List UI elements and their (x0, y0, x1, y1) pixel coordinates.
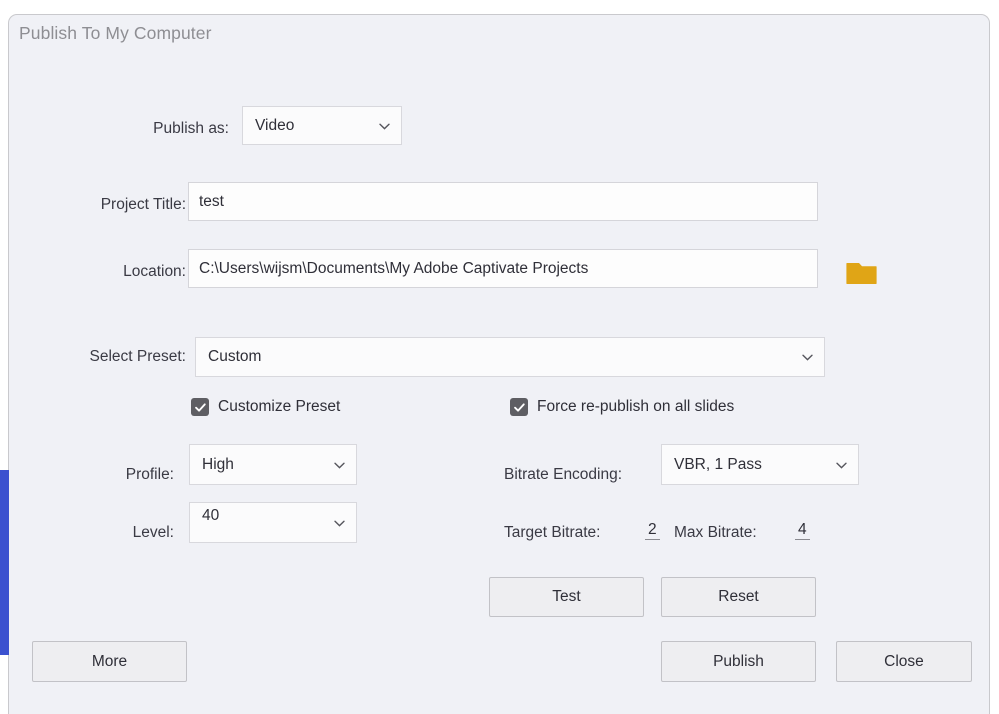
reset-button[interactable]: Reset (661, 577, 816, 617)
customize-preset-checkbox[interactable]: Customize Preset (191, 398, 340, 416)
bitrate-encoding-dropdown[interactable]: VBR, 1 Pass (661, 444, 859, 485)
publish-as-value: Video (255, 116, 295, 134)
publish-dialog: Publish To My Computer Publish as: Video… (8, 14, 990, 714)
max-bitrate-value[interactable]: 4 (795, 521, 810, 540)
publish-as-label: Publish as: (153, 120, 229, 137)
level-value: 40 (202, 507, 220, 524)
select-preset-label: Select Preset: (89, 348, 187, 365)
location-label: Location: (123, 263, 186, 280)
profile-value: High (202, 455, 234, 473)
publish-button[interactable]: Publish (661, 641, 816, 682)
chevron-down-icon (334, 462, 345, 469)
project-title-input[interactable]: test (188, 182, 818, 221)
profile-label: Profile: (125, 466, 174, 483)
folder-icon[interactable] (846, 260, 878, 286)
max-bitrate-label: Max Bitrate: (674, 524, 757, 541)
level-label: Level: (132, 524, 174, 541)
chevron-down-icon (836, 462, 847, 469)
left-accent-strip (0, 470, 9, 655)
target-bitrate-value[interactable]: 2 (645, 521, 660, 540)
select-preset-value: Custom (208, 348, 262, 365)
select-preset-dropdown[interactable]: Custom (195, 337, 825, 377)
target-bitrate-label: Target Bitrate: (504, 524, 601, 541)
checkmark-icon (191, 398, 209, 416)
level-dropdown[interactable]: 40 (189, 502, 357, 543)
publish-as-dropdown[interactable]: Video (242, 106, 402, 145)
project-title-label: Project Title: (100, 196, 186, 213)
checkmark-icon (510, 398, 528, 416)
chevron-down-icon (334, 520, 345, 527)
profile-dropdown[interactable]: High (189, 444, 357, 485)
location-input[interactable]: C:\Users\wijsm\Documents\My Adobe Captiv… (188, 249, 818, 288)
customize-preset-label: Customize Preset (218, 398, 341, 415)
dialog-title: Publish To My Computer (19, 23, 212, 43)
bitrate-encoding-value: VBR, 1 Pass (674, 455, 762, 473)
force-republish-label: Force re-publish on all slides (537, 398, 735, 415)
bitrate-encoding-label: Bitrate Encoding: (504, 466, 623, 483)
force-republish-checkbox[interactable]: Force re-publish on all slides (510, 398, 734, 416)
close-button[interactable]: Close (836, 641, 972, 682)
more-button[interactable]: More (32, 641, 187, 682)
chevron-down-icon (802, 354, 813, 361)
chevron-down-icon (379, 123, 390, 130)
test-button[interactable]: Test (489, 577, 644, 617)
